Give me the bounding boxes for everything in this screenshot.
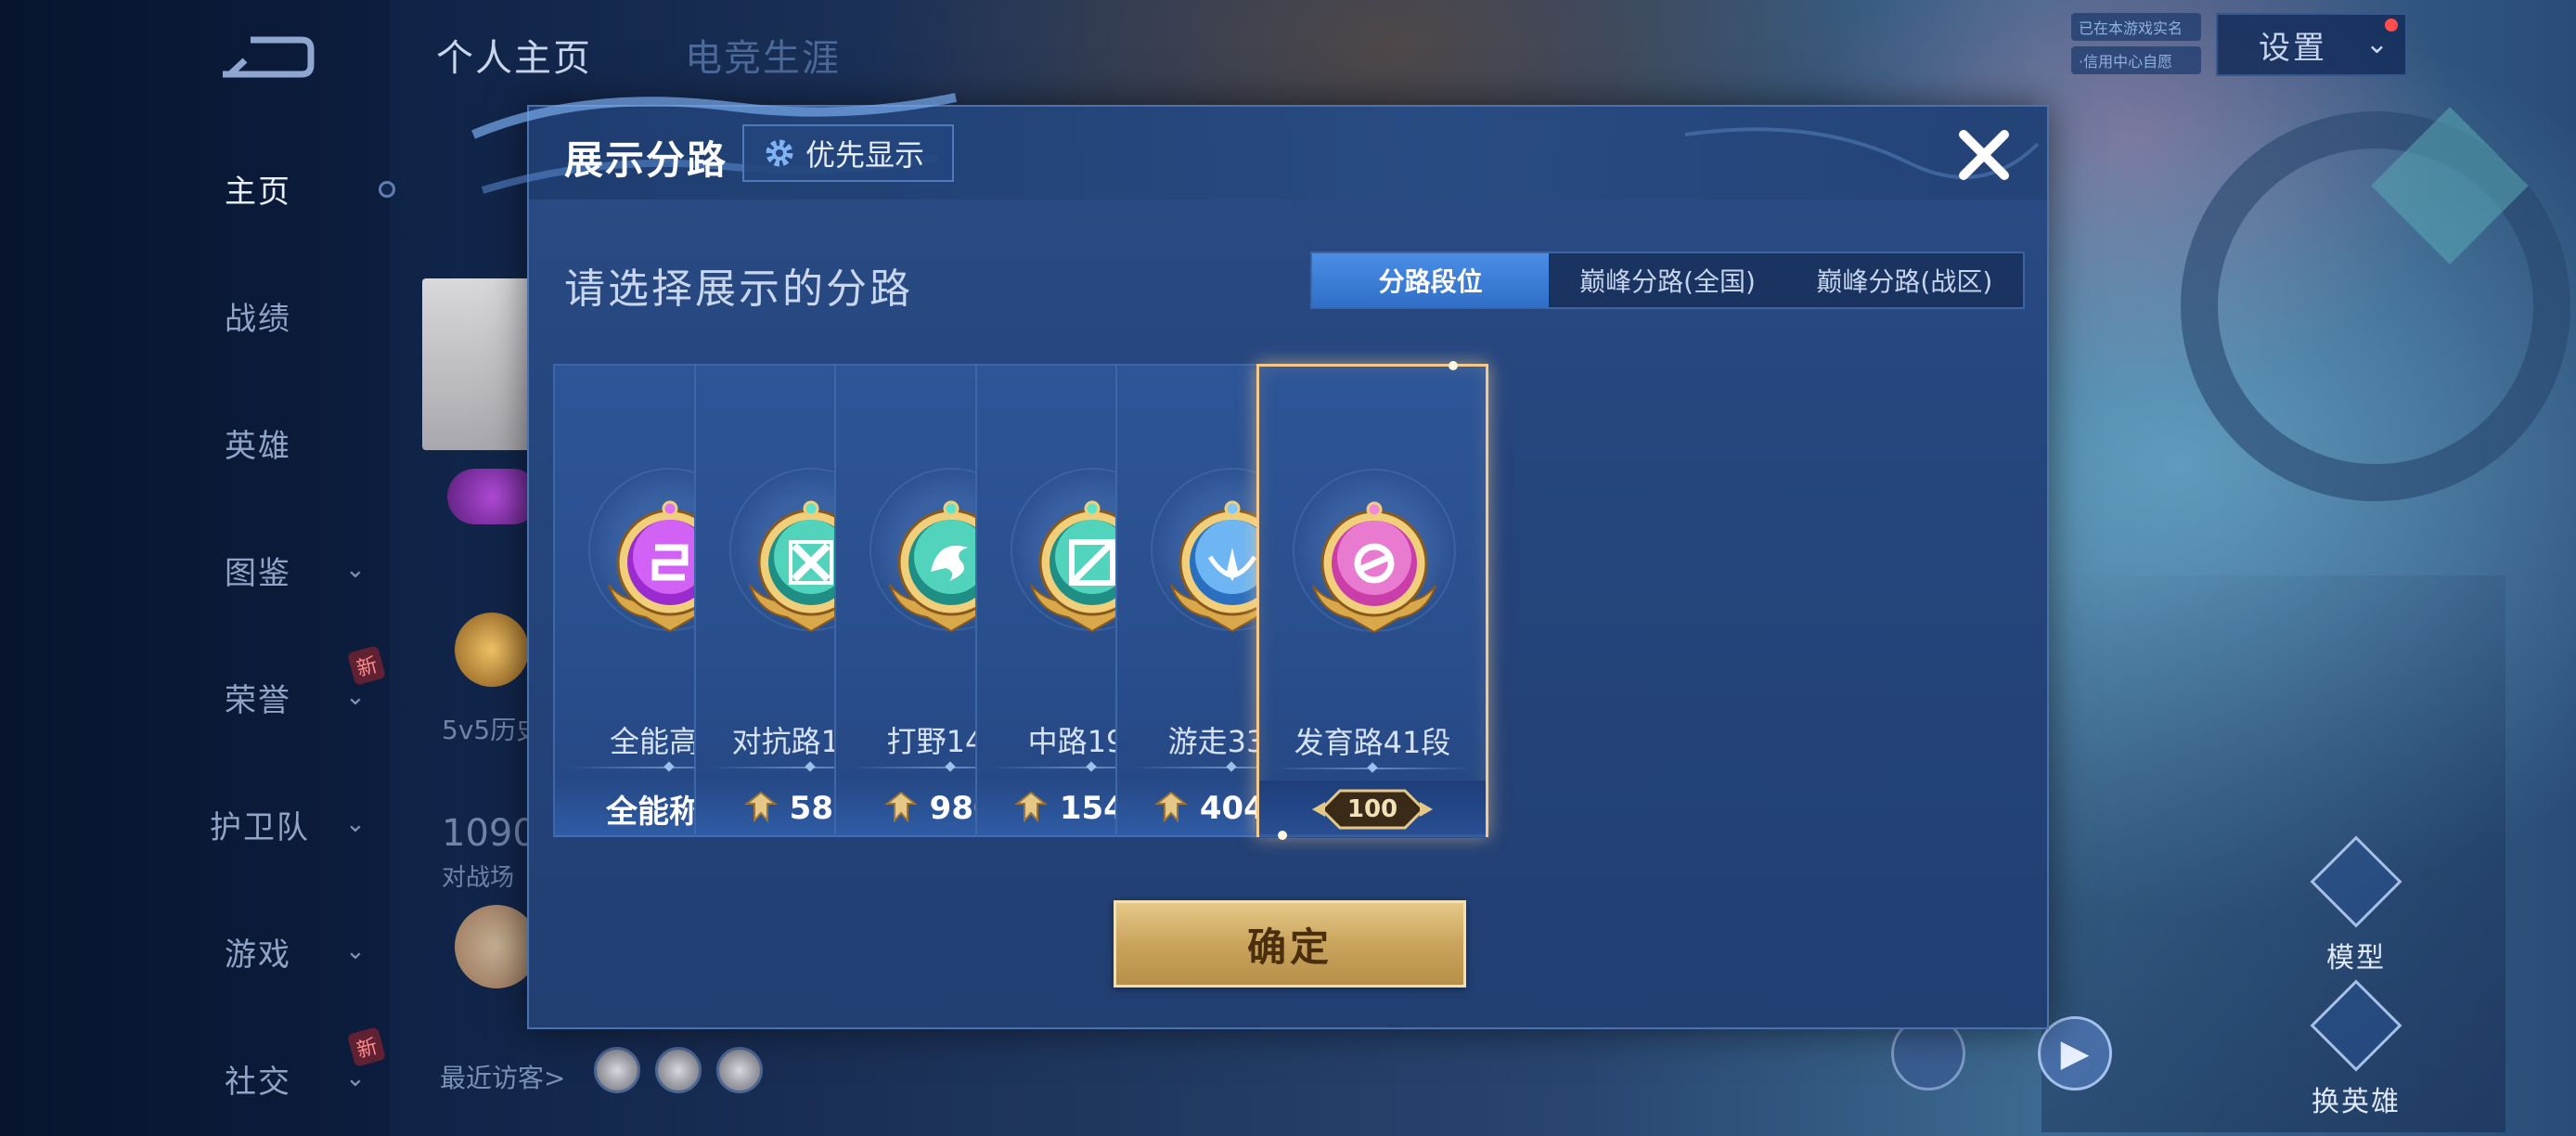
credit-notice: ·信用中心自愿	[2071, 46, 2201, 74]
battle-label: 对战场	[442, 864, 515, 892]
chevron-down-icon: ⌄	[345, 683, 366, 711]
priority-display-label: 优先显示	[805, 137, 925, 173]
close-icon	[1959, 130, 2009, 180]
priority-display-button[interactable]: 优先显示	[742, 124, 954, 182]
close-button[interactable]	[1949, 120, 2019, 190]
display-lane-dialog: 展示分路 优先显示 请选择展示的分路 分路段位 巅峰分路(全国) 巅峰分路(战区…	[471, 93, 2049, 1029]
settings-label: 设置	[2259, 29, 2327, 67]
profile-tabs: 个人主页 电竞生涯	[436, 28, 841, 82]
model-label: 模型	[2326, 942, 2386, 975]
sidebar-item-game[interactable]: 游戏 ⌄	[0, 914, 390, 988]
play-icon[interactable]: ▶	[2038, 1016, 2112, 1091]
sidebar-item-label: 主页	[225, 173, 291, 211]
card-divider	[1272, 768, 1473, 769]
selection-corner-dot	[1449, 361, 1458, 370]
tab-lane-rank[interactable]: 分路段位	[1312, 253, 1550, 307]
sidebar: 主页 战绩 英雄 图鉴 ⌄ 荣誉 ⌄ 新护卫队 ⌄ 游戏 ⌄ 社交 ⌄ 新	[0, 0, 395, 1136]
new-badge: 新	[346, 645, 387, 686]
sidebar-item-label: 护卫队	[210, 808, 310, 846]
score-icon	[743, 791, 779, 826]
level-badge-icon: 100	[1312, 781, 1433, 837]
chevron-down-icon: ⌄	[345, 937, 366, 965]
sidebar-item-hero[interactable]: 英雄	[0, 406, 390, 480]
confirm-label: 确定	[1246, 923, 1333, 970]
visitor-avatar[interactable]	[594, 1047, 640, 1093]
sidebar-item-social[interactable]: 社交 ⌄ 新	[0, 1026, 390, 1116]
sidebar-item-label: 社交	[225, 1063, 291, 1101]
tab-personal-home[interactable]: 个人主页	[436, 28, 592, 82]
match-count: 1090	[442, 812, 536, 855]
level-badge-value: 100	[1346, 795, 1398, 823]
change-hero-label: 换英雄	[2312, 1086, 2401, 1118]
sidebar-item-label: 英雄	[225, 427, 291, 465]
honor-medal-icon	[455, 613, 529, 687]
sidebar-item-label: 荣誉	[225, 681, 291, 719]
sidebar-item-honor[interactable]: 荣誉 ⌄ 新	[0, 645, 390, 734]
back-button[interactable]	[213, 32, 316, 88]
confirm-button[interactable]: 确定	[1114, 900, 1466, 988]
lane-card-farm-lane[interactable]: 发育路41段 100	[1256, 361, 1488, 840]
chevron-down-icon: ⌄	[345, 1065, 366, 1092]
sidebar-item-record[interactable]: 战绩	[0, 278, 390, 353]
chevron-down-icon: ⌄	[345, 810, 366, 838]
score-icon	[883, 791, 919, 826]
lane-card-name: 发育路41段	[1294, 725, 1451, 760]
tab-peak-lane-national[interactable]: 巅峰分路(全国)	[1549, 253, 1785, 307]
realname-notice: 已在本游戏实名	[2071, 13, 2201, 41]
visitor-avatar[interactable]	[655, 1047, 702, 1093]
recent-visitors-link[interactable]: 最近访客>	[440, 1058, 565, 1095]
ranking-type-tabs: 分路段位 巅峰分路(全国) 巅峰分路(战区)	[1310, 252, 2025, 309]
model-icon	[2310, 835, 2402, 928]
score-icon	[1013, 791, 1049, 826]
notification-dot	[2385, 19, 2398, 32]
change-hero-button[interactable]: 换英雄	[2305, 979, 2407, 1119]
new-badge: 新	[346, 1026, 387, 1067]
sidebar-item-label: 游戏	[225, 936, 291, 974]
profile-badge	[447, 469, 540, 524]
chevron-down-icon: ⌄	[2364, 28, 2389, 60]
active-indicator	[379, 181, 395, 198]
dialog-title: 展示分路	[564, 137, 728, 183]
sidebar-item-label: 图鉴	[225, 554, 291, 592]
change-hero-icon	[2310, 979, 2402, 1072]
chevron-down-icon: ⌄	[345, 556, 366, 584]
visitor-avatar[interactable]	[716, 1047, 763, 1093]
dialog-subtitle: 请选择展示的分路	[564, 265, 913, 313]
back-arrow-icon	[223, 36, 315, 78]
sidebar-item-guard-team[interactable]: 护卫队 ⌄	[0, 787, 390, 861]
selection-corner-dot	[1278, 831, 1287, 840]
gear-icon	[766, 139, 793, 167]
tab-esports-career[interactable]: 电竞生涯	[685, 28, 841, 82]
tab-peak-lane-region[interactable]: 巅峰分路(战区)	[1786, 253, 2023, 307]
farm-lane-emblem-icon	[1294, 484, 1454, 643]
sidebar-item-label: 战绩	[225, 300, 291, 338]
pet-image	[455, 905, 538, 988]
lane-card-footer: 100	[1259, 781, 1486, 838]
account-info: 已在本游戏实名 ·信用中心自愿	[2071, 13, 2201, 80]
score-icon	[1153, 791, 1189, 826]
settings-button[interactable]: 设置 ⌄	[2216, 13, 2407, 76]
sidebar-item-home[interactable]: 主页	[0, 151, 395, 226]
sidebar-item-collection[interactable]: 图鉴 ⌄	[0, 533, 390, 607]
model-button[interactable]: 模型	[2305, 835, 2407, 975]
